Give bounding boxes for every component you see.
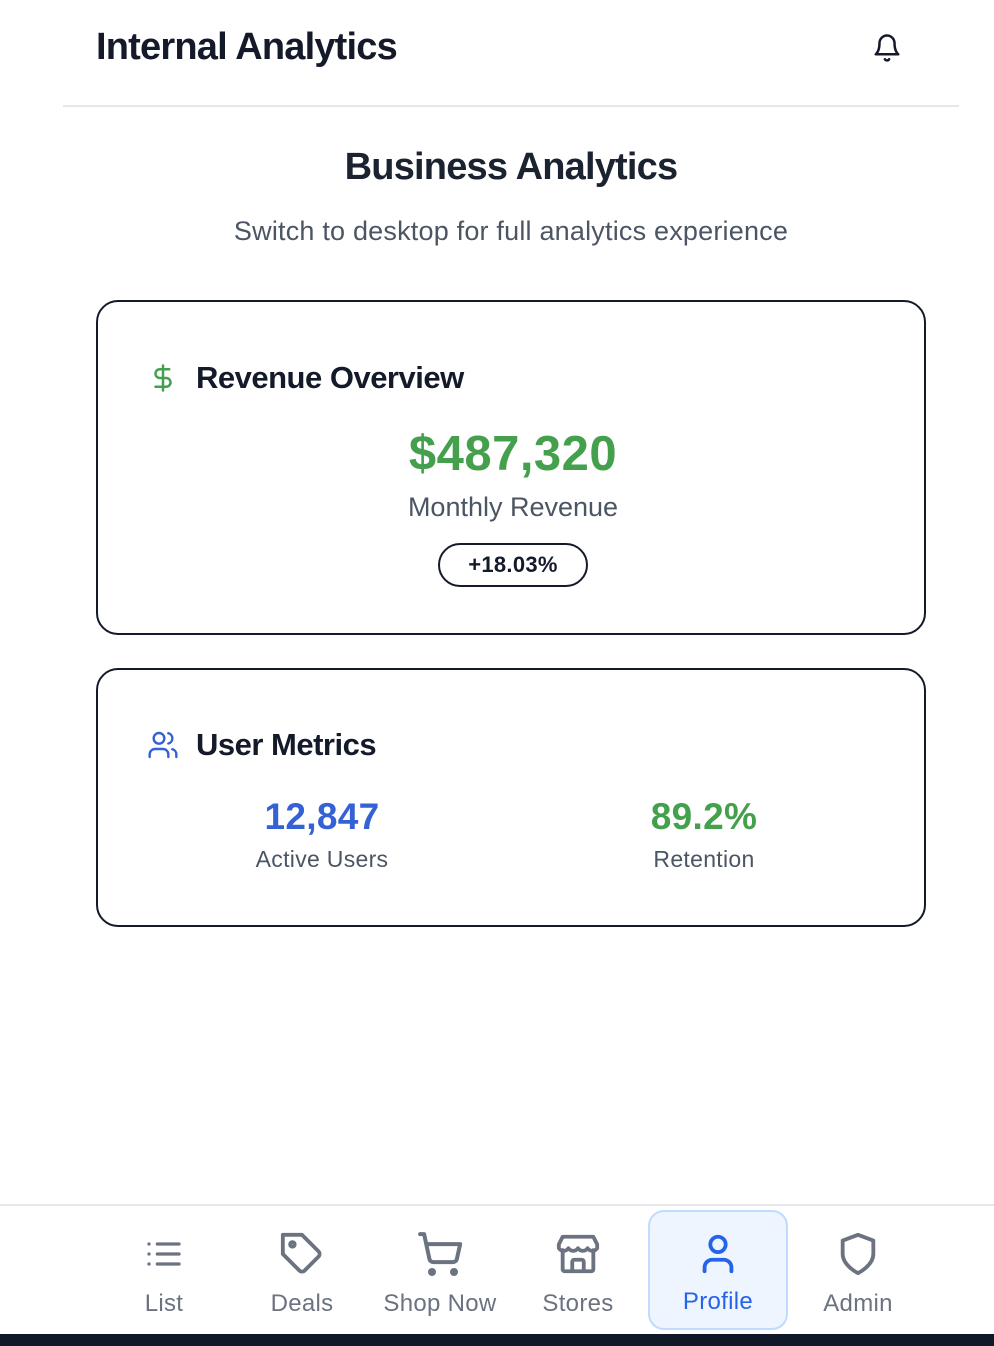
nav-item-deals[interactable]: Deals [232,1210,372,1330]
bell-icon [874,34,900,62]
list-icon [140,1230,188,1278]
system-home-bar [0,1334,994,1346]
revenue-value: $487,320 [408,427,618,481]
nav-label: List [144,1290,184,1317]
nav-item-stores[interactable]: Stores [508,1210,648,1330]
nav-label: Shop Now [383,1290,497,1317]
nav-item-shop-now[interactable]: Shop Now [370,1210,510,1330]
page-subtitle: Switch to desktop for full analytics exp… [233,216,789,246]
tag-icon [278,1230,326,1278]
page-title: Business Analytics [344,146,678,188]
store-icon [554,1230,602,1278]
card-title: Revenue Overview [196,360,464,395]
card-header: Revenue Overview [146,360,464,396]
revenue-overview-card: Revenue Overview $487,320 Monthly Revenu… [96,300,926,635]
nav-label: Admin [823,1290,893,1317]
users-icon [146,728,180,762]
card-header: User Metrics [146,727,377,763]
app-title: Internal Analytics [96,26,398,68]
metric-active-users: 12,847 Active Users [192,796,452,873]
dollar-sign-icon [146,361,180,395]
shield-icon [834,1230,882,1278]
card-title: User Metrics [196,727,377,762]
nav-item-profile[interactable]: Profile [648,1210,788,1330]
app-header: Internal Analytics [63,0,959,107]
nav-label: Deals [270,1290,334,1317]
user-icon [694,1230,742,1278]
nav-label: Stores [542,1290,614,1317]
bottom-nav: List Deals Shop Now Stores Profile Admin [0,1204,994,1334]
metric-label: Retention [653,846,755,872]
nav-item-list[interactable]: List [94,1210,234,1330]
notifications-button[interactable] [867,28,907,68]
user-metrics-card: User Metrics 12,847 Active Users 89.2% R… [96,668,926,927]
metric-retention: 89.2% Retention [574,796,834,873]
cart-icon [416,1230,464,1278]
metric-label: Active Users [255,846,389,872]
metric-value: 12,847 [264,796,380,837]
page: Internal Analytics Business Analytics Sw… [0,0,994,1346]
nav-item-admin[interactable]: Admin [788,1210,928,1330]
nav-label: Profile [682,1288,754,1315]
revenue-label: Monthly Revenue [407,492,619,522]
revenue-change-badge: +18.03% [438,543,588,587]
metric-value: 89.2% [650,796,758,837]
